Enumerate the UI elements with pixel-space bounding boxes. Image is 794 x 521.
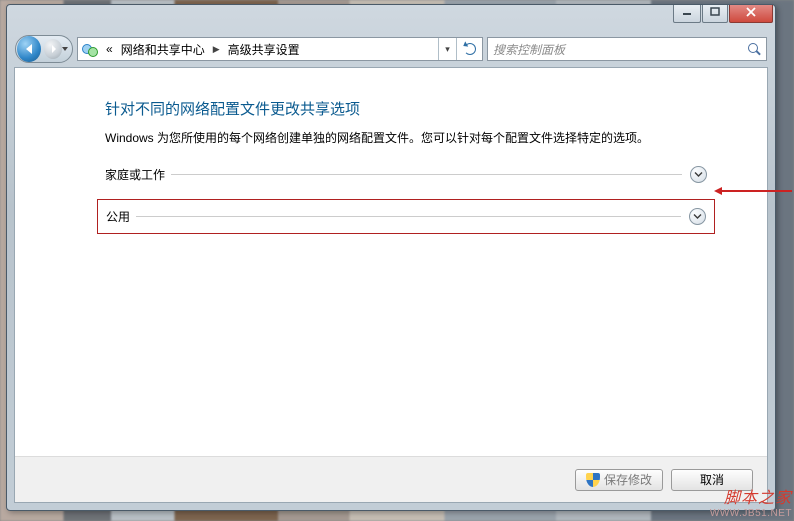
section-label: 家庭或工作 <box>105 166 171 183</box>
refresh-button[interactable] <box>456 38 482 60</box>
highlight-box: 公用 <box>97 199 715 234</box>
search-placeholder: 搜索控制面板 <box>493 41 565 58</box>
page-title: 针对不同的网络配置文件更改共享选项 <box>105 98 707 119</box>
chevron-down-icon <box>693 212 702 221</box>
breadcrumb-advanced-sharing[interactable]: 高级共享设置 <box>224 38 304 60</box>
back-button[interactable] <box>17 36 41 62</box>
breadcrumb-prefix: « <box>102 38 117 60</box>
chevron-down-icon <box>694 170 703 179</box>
content: 针对不同的网络配置文件更改共享选项 Windows 为您所使用的每个网络创建单独… <box>15 68 767 234</box>
save-label: 保存修改 <box>604 471 652 488</box>
section-label: 公用 <box>106 208 136 225</box>
annotation-arrow <box>720 190 792 192</box>
network-center-icon <box>82 41 98 57</box>
expand-button[interactable] <box>690 166 707 183</box>
watermark-url: WWW.JB51.NET <box>710 508 792 519</box>
client-area: 针对不同的网络配置文件更改共享选项 Windows 为您所使用的每个网络创建单独… <box>14 67 768 503</box>
forward-button[interactable] <box>44 39 62 59</box>
search-input[interactable]: 搜索控制面板 <box>487 37 767 61</box>
section-divider <box>171 174 682 175</box>
section-home-work[interactable]: 家庭或工作 <box>105 166 707 183</box>
section-divider <box>136 216 681 217</box>
page-description: Windows 为您所使用的每个网络创建单独的网络配置文件。您可以针对每个配置文… <box>105 129 707 148</box>
navigation-row: « 网络和共享中心 ▶ 高级共享设置 ▾ 搜索控制面板 <box>15 35 767 63</box>
nav-buttons <box>15 35 73 63</box>
close-button[interactable] <box>729 5 773 23</box>
address-bar[interactable]: « 网络和共享中心 ▶ 高级共享设置 ▾ <box>77 37 483 61</box>
nav-history-dropdown[interactable] <box>62 47 68 51</box>
breadcrumb-sep[interactable]: ▶ <box>209 44 224 55</box>
refresh-icon <box>464 43 476 55</box>
watermark-title: 脚本之家 <box>710 484 792 508</box>
breadcrumb-network-center[interactable]: 网络和共享中心 <box>117 38 209 60</box>
window-controls <box>672 5 773 23</box>
footer: 保存修改 取消 <box>15 456 767 502</box>
address-dropdown[interactable]: ▾ <box>438 38 456 60</box>
maximize-button[interactable] <box>702 5 728 23</box>
section-public[interactable]: 公用 <box>106 208 706 225</box>
control-panel-window: « 网络和共享中心 ▶ 高级共享设置 ▾ 搜索控制面板 针对不同的网络配置文件更… <box>6 4 776 511</box>
titlebar[interactable] <box>7 5 775 31</box>
save-button[interactable]: 保存修改 <box>575 469 663 491</box>
search-icon <box>748 43 761 56</box>
watermark: 脚本之家 WWW.JB51.NET <box>710 484 792 519</box>
minimize-button[interactable] <box>673 5 701 23</box>
uac-shield-icon <box>586 473 600 487</box>
expand-button[interactable] <box>689 208 706 225</box>
